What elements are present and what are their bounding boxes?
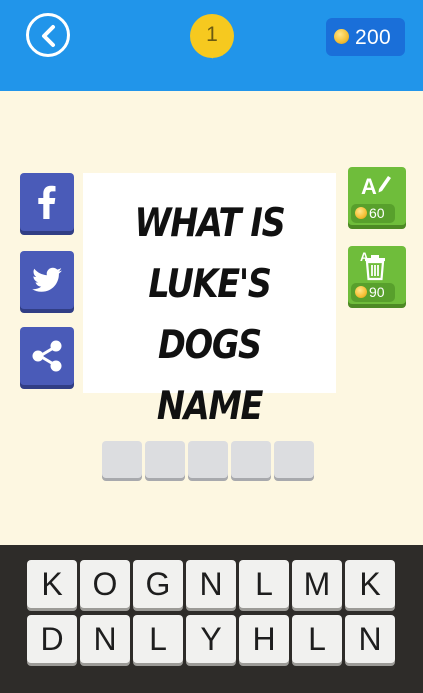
coin-icon (334, 29, 349, 44)
facebook-share-button[interactable] (20, 173, 74, 231)
clue-text: WHAT IS LUKE'S DOGS NAME (101, 193, 319, 437)
letter-key[interactable]: L (133, 615, 183, 663)
letter-key[interactable]: L (239, 560, 289, 608)
back-button[interactable] (26, 13, 70, 57)
letter-key[interactable]: Y (186, 615, 236, 663)
coin-count: 200 (355, 26, 391, 49)
answer-slot[interactable] (274, 441, 314, 478)
hint-cost-badge: 90 (351, 283, 395, 302)
hint-cost: 90 (369, 284, 385, 300)
coin-balance[interactable]: 200 (326, 18, 405, 56)
coin-icon (355, 207, 367, 219)
letter-key[interactable]: N (186, 560, 236, 608)
clue-line-2: LUKE'S DOGS (148, 262, 272, 368)
level-badge: 1 (182, 6, 242, 66)
facebook-icon (38, 185, 56, 219)
reveal-letter-hint-button[interactable]: A 60 (348, 167, 406, 225)
letter-key[interactable]: H (239, 615, 289, 663)
chevron-left-icon (42, 25, 55, 47)
letter-key[interactable]: L (292, 615, 342, 663)
hint-cost: 60 (369, 205, 385, 221)
letter-key[interactable]: K (345, 560, 395, 608)
letter-a-trash-icon: A (360, 250, 385, 281)
twitter-icon (32, 267, 62, 292)
letter-key[interactable]: D (27, 615, 77, 663)
answer-slot[interactable] (231, 441, 271, 478)
twitter-share-button[interactable] (20, 251, 74, 309)
top-bar: 1 200 (0, 0, 423, 91)
clue-card: WHAT IS LUKE'S DOGS NAME (83, 173, 336, 429)
letter-key[interactable]: N (345, 615, 395, 663)
hint-cost-badge: 60 (351, 204, 395, 223)
letter-key[interactable]: N (80, 615, 130, 663)
clue-line-1: WHAT IS (134, 201, 286, 246)
share-button[interactable] (20, 327, 74, 385)
remove-letters-hint-button[interactable]: A 90 (348, 246, 406, 304)
answer-slot[interactable] (145, 441, 185, 478)
answer-slot[interactable] (102, 441, 142, 478)
coin-icon (355, 286, 367, 298)
clue-line-3: NAME (156, 384, 263, 429)
letter-key[interactable]: K (27, 560, 77, 608)
answer-slot[interactable] (188, 441, 228, 478)
letter-key[interactable]: O (80, 560, 130, 608)
share-icon (32, 340, 62, 372)
letter-key[interactable]: M (292, 560, 342, 608)
svg-text:A: A (361, 174, 377, 199)
letter-keyboard: K O G N L M K D N L Y H L N (0, 545, 423, 693)
letter-a-pencil-icon: A (361, 174, 391, 199)
letter-key[interactable]: G (133, 560, 183, 608)
level-number: 1 (206, 23, 218, 46)
